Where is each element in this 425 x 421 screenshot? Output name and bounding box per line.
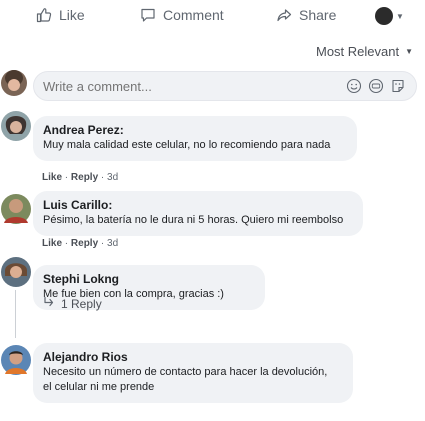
comment-author[interactable]: Luis Carillo: [43,198,353,213]
comment-actions: Like · Reply · 3d [42,238,119,249]
chevron-down-icon: ▼ [405,47,413,56]
comment-bubble: Andrea Perez: Muy mala calidad este celu… [33,116,357,161]
sort-label: Most Relevant [315,44,400,59]
comment-text: Pésimo, la batería no le dura ni 5 horas… [43,214,344,226]
emoji-icon[interactable] [346,78,362,94]
comment-bubble: Alejandro Rios Necesito un número de con… [33,343,353,403]
speech-bubble-icon [140,7,156,23]
avatar [0,344,32,376]
share-label: Share [299,7,337,23]
post-action-bar: Like Comment Share ▼ [0,0,425,34]
comment-author[interactable]: Alejandro Rios [43,350,343,365]
avatar [0,110,32,142]
chevron-down-icon: ▼ [396,11,404,21]
reply-link[interactable]: Reply [71,172,98,183]
avatar [0,193,32,225]
like-label: Like [59,7,85,23]
comment-action[interactable]: Comment [140,7,224,23]
reply-link[interactable]: Reply [71,238,98,249]
comment-author[interactable]: Andrea Perez: [43,123,347,138]
comment-label: Comment [163,7,224,23]
reply-arrow-icon [43,296,55,311]
gif-icon[interactable] [368,78,384,94]
comment-author[interactable]: Stephi Lokng [43,272,255,287]
comment-composer[interactable] [33,71,417,101]
replies-count-label: 1 Reply [61,296,102,311]
comment-text-line: Necesito un número de contacto para hace… [43,366,328,378]
comment-timestamp: 3d [107,238,119,249]
share-arrow-icon [276,7,292,23]
like-action[interactable]: Like [36,7,85,23]
thread-line [15,290,16,338]
comment-bubble: Luis Carillo: Pésimo, la batería no le d… [33,191,363,236]
like-link[interactable]: Like [42,172,62,183]
like-link[interactable]: Like [42,238,62,249]
post-as-selector[interactable]: ▼ [375,7,404,25]
sticker-icon[interactable] [390,78,406,94]
avatar [0,68,30,100]
comment-text-line: el celular ni me prende [43,381,155,393]
comment-input[interactable] [43,79,293,94]
avatar [375,7,393,25]
share-action[interactable]: Share [276,7,336,23]
avatar [0,256,32,288]
comment-timestamp: 3d [107,172,119,183]
comment-text: Muy mala calidad este celular, no lo rec… [43,139,331,151]
view-replies-link[interactable]: 1 Reply [43,296,102,311]
comment-actions: Like · Reply · 3d [42,172,119,183]
sort-dropdown[interactable]: Most Relevant ▼ [316,44,413,59]
thumbs-up-icon [36,7,52,23]
